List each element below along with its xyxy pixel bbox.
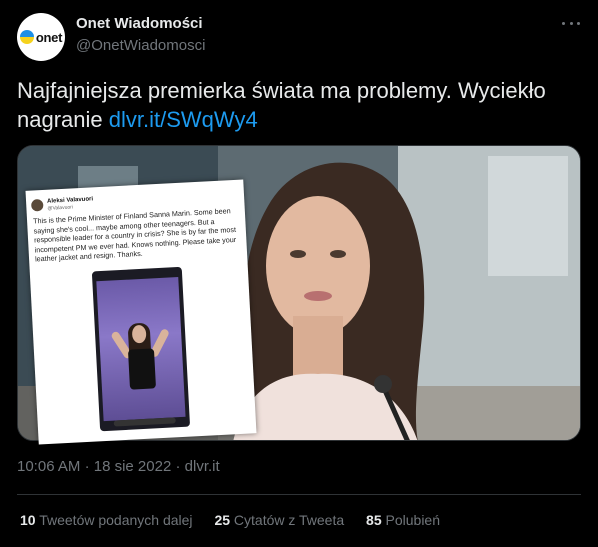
inset-author: Aleksi Valavuori [46,196,94,205]
author-name[interactable]: Onet Wiadomości [76,15,203,32]
inset-text: This is the Prime Minister of Finland Sa… [32,206,237,264]
tweet-body: Najfajniejsza premierka świata ma proble… [17,78,546,132]
inset-avatar [30,198,44,212]
tweet-card: onet Onet Wiadomości @OnetWiadomosci Naj… [0,0,598,547]
meta-separator: · [175,458,181,475]
retweets-stat[interactable]: 10 Tweetów podanych dalej [20,512,193,528]
likes-stat[interactable]: 85 Polubień [366,512,440,528]
more-options-icon[interactable] [562,18,580,28]
avatar-logo-text: onet [35,29,63,45]
tweet-link[interactable]: dlvr.it/SWqWy4 [109,107,258,132]
meta-separator: · [84,458,90,475]
inset-video-frame [91,266,191,432]
author-handle[interactable]: @OnetWiadomosci [76,37,205,54]
tweet-time[interactable]: 10:06 AM [17,458,80,475]
tweet-date[interactable]: 18 sie 2022 [94,458,172,475]
tweet-meta: 10:06 AM · 18 sie 2022 · dlvr.it [17,458,220,475]
tweet-text: Najfajniejsza premierka świata ma proble… [17,76,582,134]
divider [17,494,581,495]
quotes-stat[interactable]: 25 Cytatów z Tweeta [214,512,344,528]
onet-logo-icon [19,30,34,44]
tweet-source[interactable]: dlvr.it [185,458,220,475]
tweet-stats: 10 Tweetów podanych dalej 25 Cytatów z T… [20,512,458,528]
author-avatar[interactable]: onet [17,13,65,61]
embedded-tweet-screenshot: Aleksi Valavuori @Valavuori This is the … [25,179,257,445]
inset-handle: @Valavuori [47,204,74,212]
